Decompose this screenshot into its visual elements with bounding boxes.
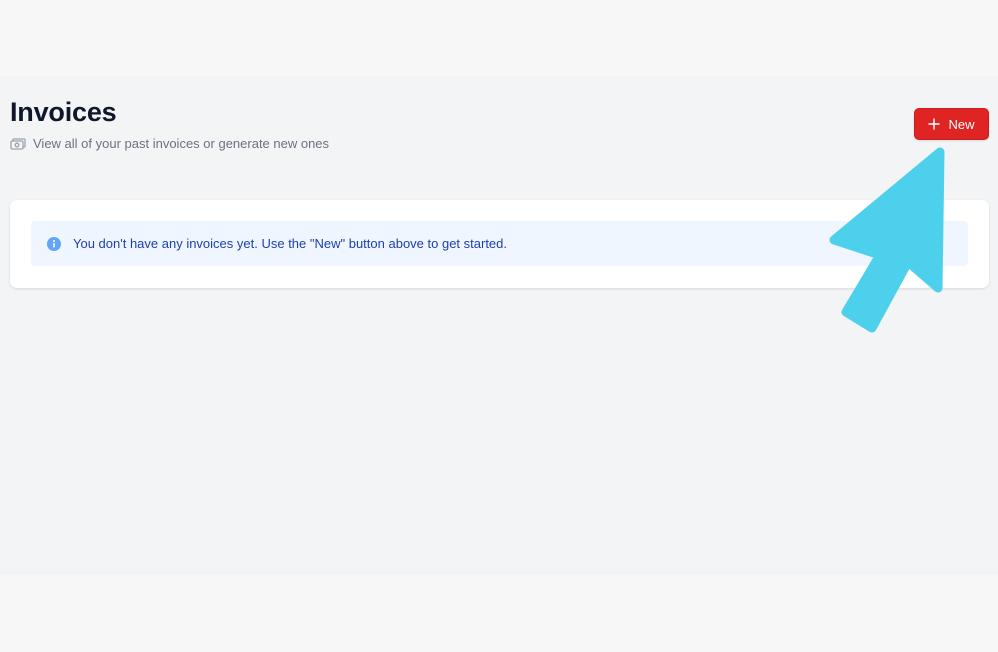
new-invoice-button[interactable]: New	[914, 108, 989, 140]
subtitle-text: View all of your past invoices or genera…	[33, 136, 330, 151]
cash-icon	[10, 137, 26, 151]
invoices-card: You don't have any invoices yet. Use the…	[10, 200, 989, 288]
page-title: Invoices	[10, 97, 117, 127]
empty-state-message: You don't have any invoices yet. Use the…	[73, 235, 508, 251]
page-subtitle: View all of your past invoices or genera…	[10, 135, 329, 153]
new-button-label: New	[948, 116, 975, 132]
plus-icon	[928, 118, 941, 130]
empty-state-alert: You don't have any invoices yet. Use the…	[31, 221, 968, 266]
info-icon	[47, 236, 61, 251]
